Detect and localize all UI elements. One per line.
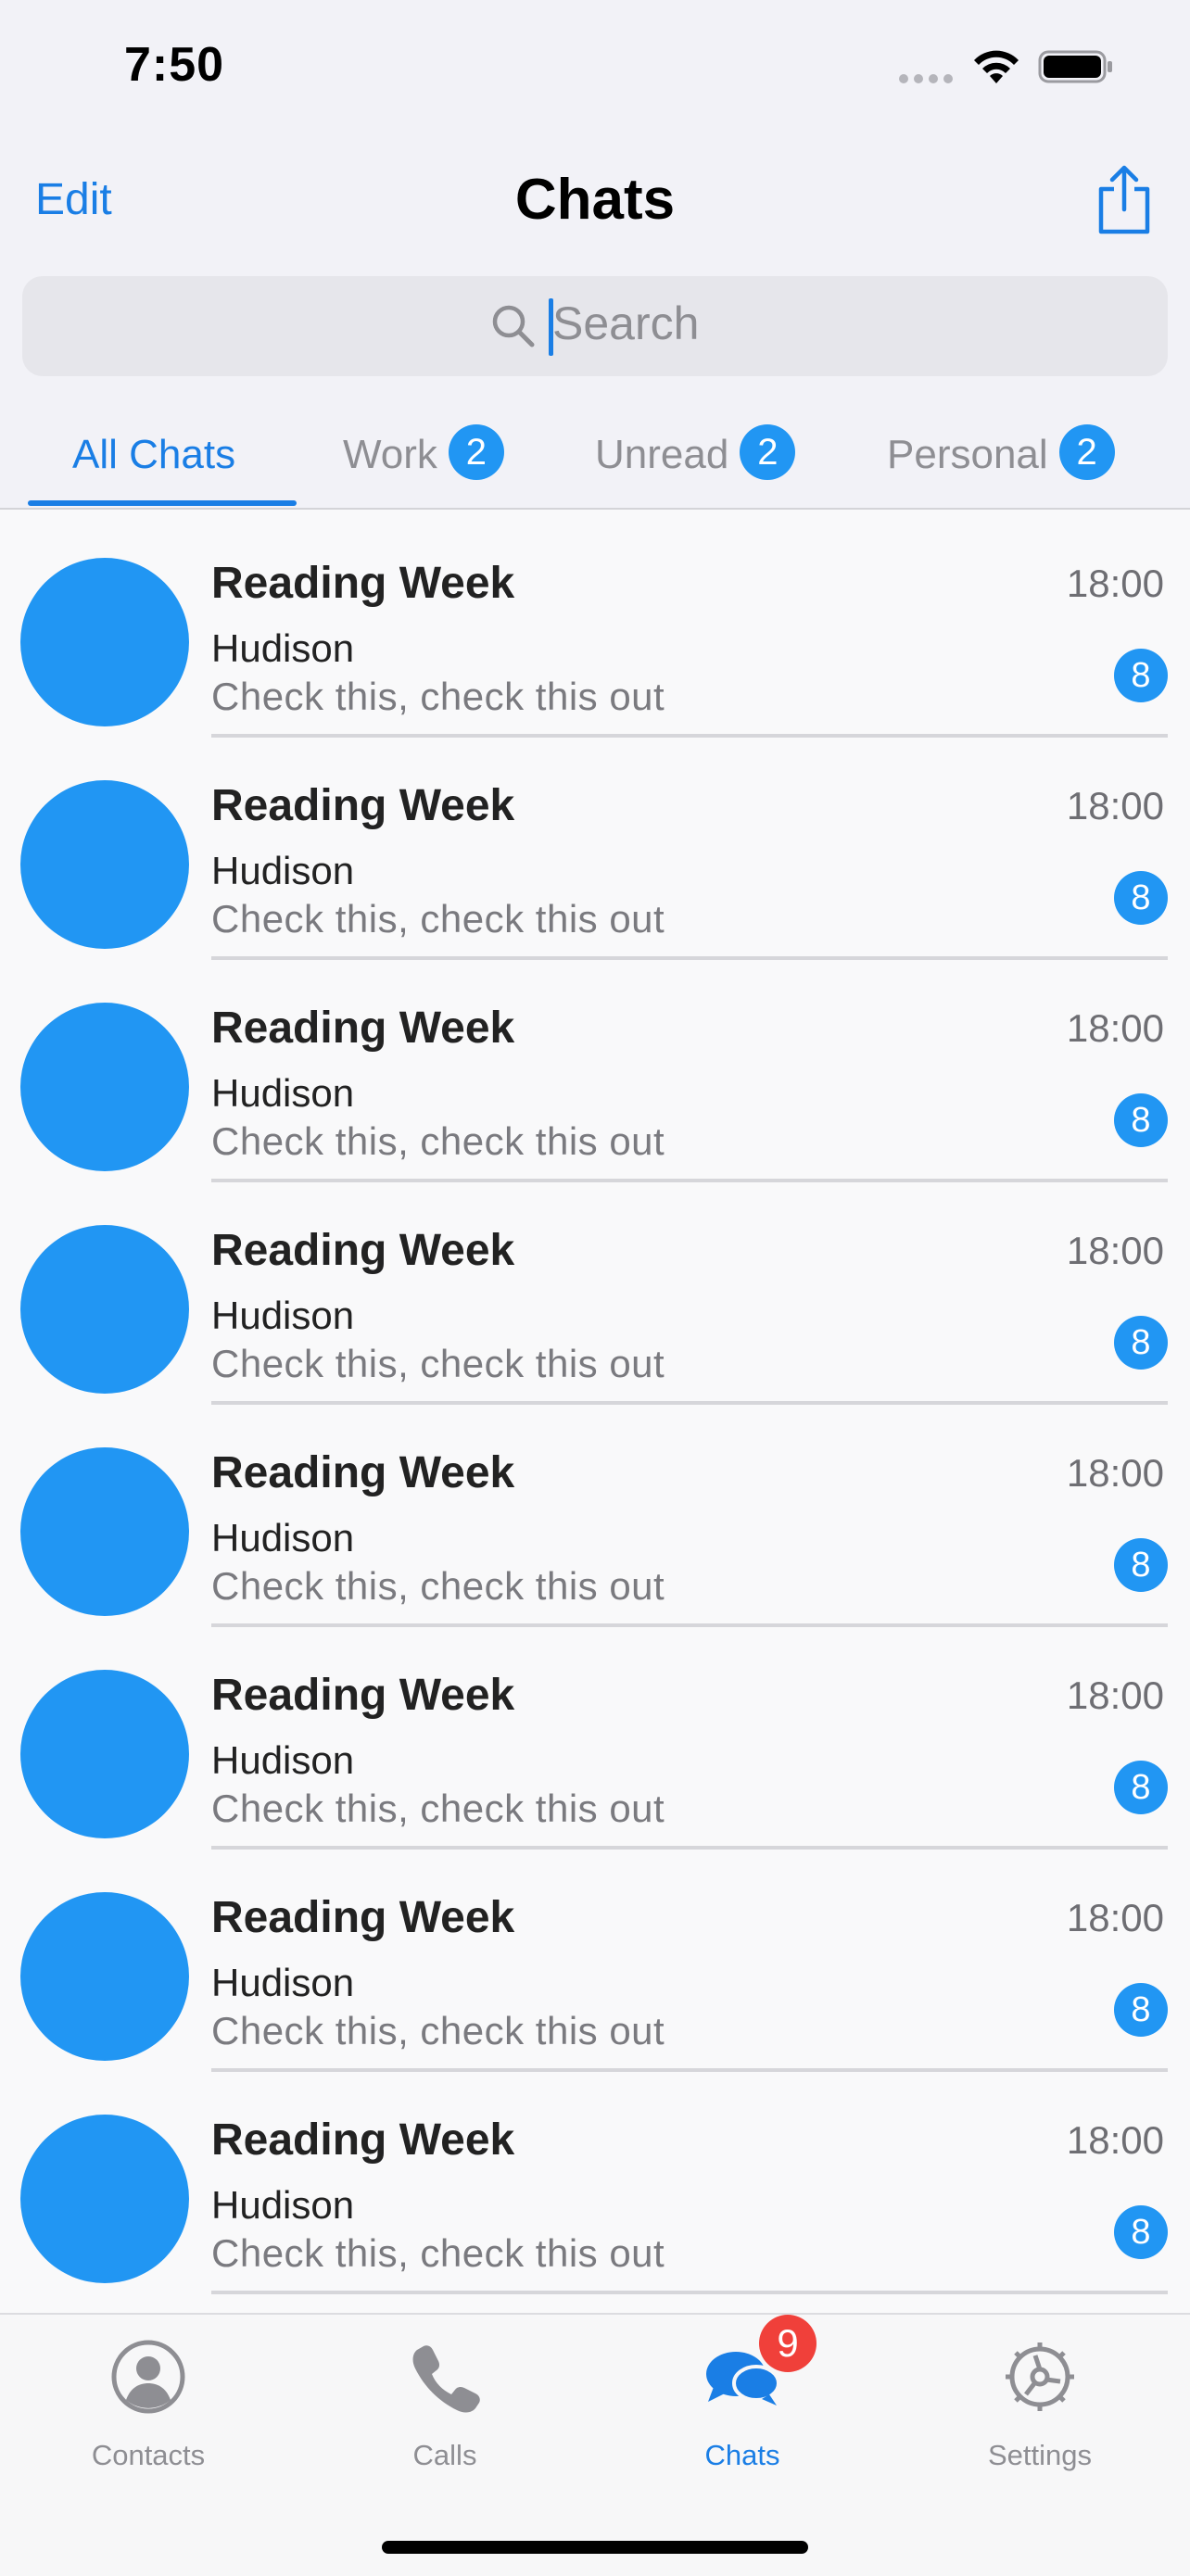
tab-bar-label: Settings (987, 2439, 1092, 2471)
search-input[interactable]: Search (22, 276, 1168, 376)
chat-list-item[interactable]: Reading Week 18:00 Hudison Check this, c… (0, 1177, 1190, 1405)
unread-badge: 8 (1114, 1316, 1168, 1370)
tab-bar-calls[interactable]: Calls (297, 2315, 593, 2500)
chat-preview: Check this, check this out (211, 2009, 665, 2052)
chat-list-item[interactable]: Reading Week 18:00 Hudison Check this, c… (0, 1399, 1190, 1627)
unread-badge: 8 (1114, 1761, 1168, 1814)
avatar (20, 1225, 189, 1394)
chat-time: 18:00 (1066, 2118, 1164, 2162)
phone-icon (412, 2345, 480, 2413)
chat-folder-tabs: All Chats Work 2 Unread 2 Personal 2 (0, 406, 1190, 510)
chat-title: Reading Week (211, 1893, 515, 1942)
chat-time: 18:00 (1066, 1896, 1164, 1939)
chat-title: Reading Week (211, 1004, 515, 1053)
chat-time: 18:00 (1066, 1673, 1164, 1717)
tab-badge: 2 (740, 424, 796, 480)
avatar (20, 1447, 189, 1616)
tab-label: Personal (887, 432, 1048, 477)
search-placeholder: Search (552, 297, 700, 349)
chat-preview: Check this, check this out (211, 1564, 665, 1608)
avatar (20, 1670, 189, 1838)
chat-preview: Check this, check this out (211, 1787, 665, 1830)
avatar (20, 1892, 189, 2061)
unread-badge: 8 (1114, 649, 1168, 702)
avatar (20, 2115, 189, 2283)
chat-sender: Hudison (211, 2183, 355, 2227)
wifi-icon (974, 50, 1019, 83)
tab-all-chats[interactable]: All Chats (72, 406, 235, 510)
chat-sender: Hudison (211, 849, 355, 892)
cellular-signal-icon (899, 74, 953, 83)
chat-title: Reading Week (211, 781, 515, 830)
notification-badge: 9 (759, 2315, 817, 2372)
chat-sender: Hudison (211, 1961, 355, 2004)
chat-list[interactable]: Reading Week 18:00 Hudison Check this, c… (0, 510, 1190, 2313)
nav-header: Edit Chats Search All Chats Work 2 Unrea… (0, 139, 1190, 510)
battery-icon (1038, 50, 1112, 83)
tab-bar-chats[interactable]: 9 Chats (594, 2315, 891, 2500)
tab-bar-settings[interactable]: Settings (892, 2315, 1188, 2500)
chat-sender: Hudison (211, 1071, 355, 1115)
chat-list-item[interactable]: Reading Week 18:00 Hudison Check this, c… (0, 732, 1190, 960)
chat-sender: Hudison (211, 1738, 355, 1782)
avatar (20, 1003, 189, 1171)
chat-list-item[interactable]: Reading Week 18:00 Hudison Check this, c… (0, 954, 1190, 1182)
chat-preview: Check this, check this out (211, 1342, 665, 1385)
tab-bar-label: Contacts (91, 2439, 206, 2471)
chat-time: 18:00 (1066, 784, 1164, 827)
tab-badge: 2 (448, 424, 504, 480)
tab-personal[interactable]: Personal 2 (887, 406, 1115, 510)
chat-time: 18:00 (1066, 1451, 1164, 1495)
tab-label: All Chats (72, 432, 236, 477)
chat-title: Reading Week (211, 1226, 515, 1275)
chat-time: 18:00 (1066, 1006, 1164, 1050)
person-circle-icon (111, 2340, 185, 2414)
avatar (20, 780, 189, 949)
chat-time: 18:00 (1066, 1229, 1164, 1272)
tab-label: Work (343, 432, 437, 477)
chat-preview: Check this, check this out (211, 675, 665, 718)
tab-bar: Contacts Calls 9 Chats Settings (0, 2313, 1190, 2576)
chat-preview: Check this, check this out (211, 1119, 665, 1163)
status-bar: 7:50 (0, 0, 1190, 139)
chat-time: 18:00 (1066, 562, 1164, 605)
chat-preview: Check this, check this out (211, 897, 665, 941)
chat-sender: Hudison (211, 1294, 355, 1337)
avatar (20, 558, 189, 726)
unread-badge: 8 (1114, 1538, 1168, 1592)
chat-list-item[interactable]: Reading Week 18:00 Hudison Check this, c… (0, 1844, 1190, 2072)
tab-bar-label: Calls (412, 2439, 477, 2471)
tab-bar-label: Chats (704, 2439, 780, 2471)
gear-icon (1006, 2342, 1074, 2411)
divider (211, 2291, 1168, 2294)
chat-title: Reading Week (211, 2115, 515, 2165)
page-title: Chats (514, 168, 676, 232)
tab-label: Unread (595, 432, 729, 477)
unread-badge: 8 (1114, 871, 1168, 925)
chat-title: Reading Week (211, 559, 515, 608)
unread-badge: 8 (1114, 1093, 1168, 1147)
chat-preview: Check this, check this out (211, 2231, 665, 2275)
chat-sender: Hudison (211, 1516, 355, 1559)
tab-badge: 2 (1058, 424, 1115, 480)
tab-unread[interactable]: Unread 2 (595, 406, 796, 510)
tab-work[interactable]: Work 2 (343, 406, 504, 510)
search-icon (492, 305, 535, 347)
active-tab-indicator (28, 500, 297, 506)
tab-bar-contacts[interactable]: Contacts (0, 2315, 297, 2500)
chat-list-item[interactable]: Reading Week 18:00 Hudison Check this, c… (0, 510, 1190, 738)
home-indicator (382, 2541, 808, 2554)
unread-badge: 8 (1114, 1983, 1168, 2037)
chat-title: Reading Week (211, 1448, 515, 1497)
share-icon[interactable] (1092, 163, 1157, 237)
chat-title: Reading Week (211, 1671, 515, 1720)
unread-badge: 8 (1114, 2205, 1168, 2259)
chat-list-item[interactable]: Reading Week 18:00 Hudison Check this, c… (0, 1622, 1190, 1850)
chat-list-item[interactable]: Reading Week 18:00 Hudison Check this, c… (0, 2066, 1190, 2294)
status-time: 7:50 (124, 38, 225, 92)
chat-sender: Hudison (211, 626, 355, 670)
